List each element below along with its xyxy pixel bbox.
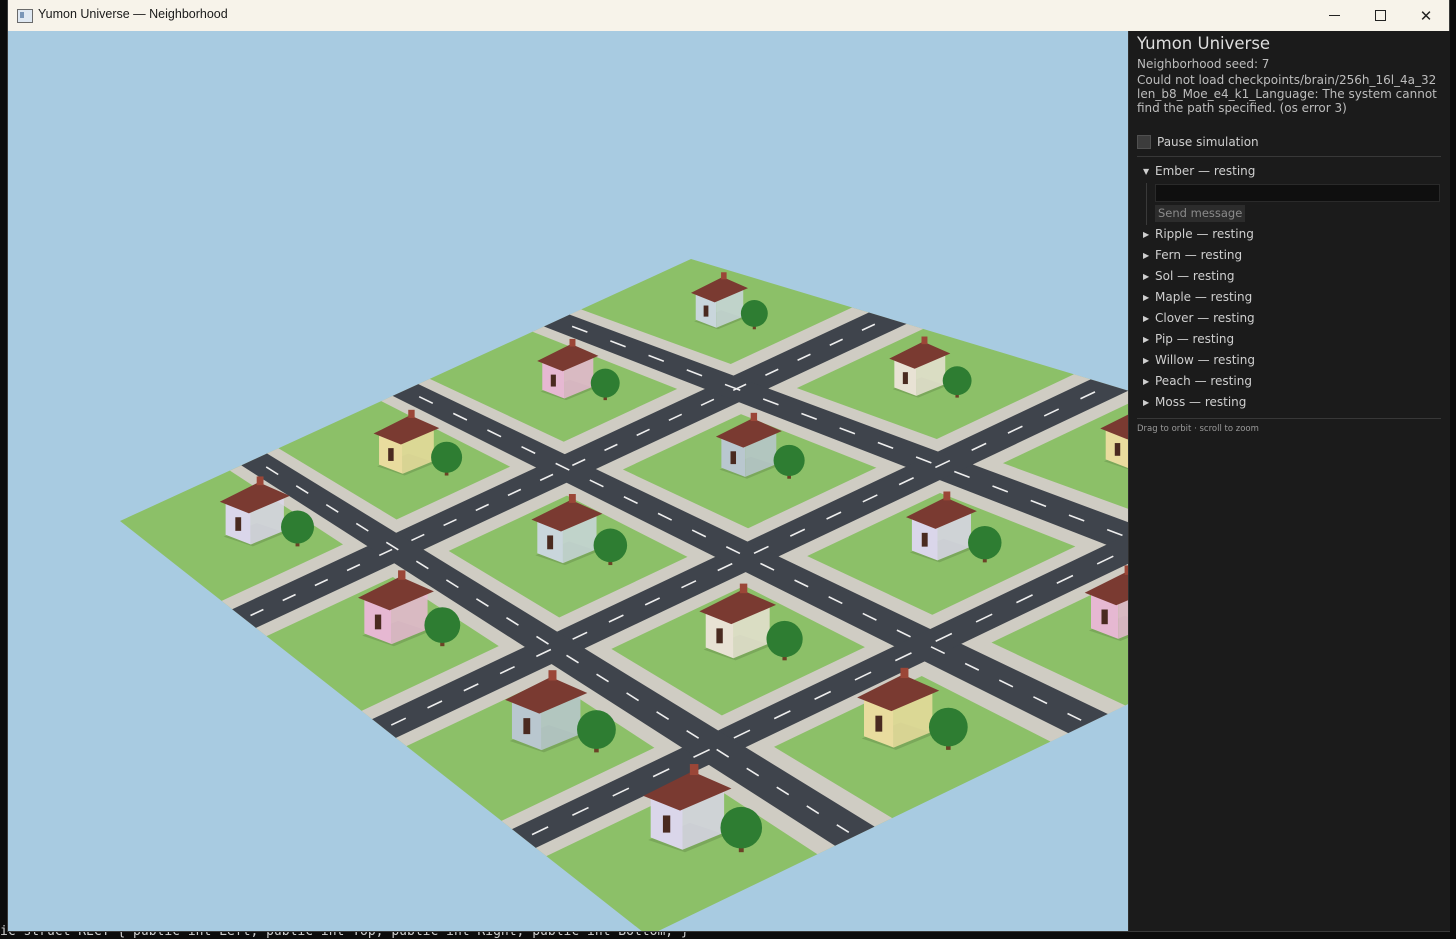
pause-checkbox[interactable] — [1137, 135, 1151, 149]
chimney — [569, 338, 576, 347]
house-door — [703, 305, 709, 317]
yumon-label: Peach — resting — [1155, 374, 1252, 388]
yumon-item-moss[interactable]: ▶ Moss — resting — [1143, 394, 1246, 410]
expand-triangle-icon[interactable]: ▶ — [1143, 230, 1153, 239]
window-title: Yumon Universe — Neighborhood — [38, 7, 228, 21]
send-message-button[interactable]: Send message — [1155, 205, 1246, 222]
side-panel: Yumon Universe Neighborhood seed: 7 Coul… — [1128, 31, 1450, 931]
chimney — [689, 764, 699, 776]
tree — [593, 528, 628, 563]
house-door — [388, 448, 394, 461]
indent-guide — [1146, 183, 1147, 225]
yumon-label: Willow — resting — [1155, 353, 1255, 367]
yumon-item-ripple[interactable]: ▶ Ripple — resting — [1143, 226, 1254, 242]
yumon-item-sol[interactable]: ▶ Sol — resting — [1143, 268, 1235, 284]
minimize-button[interactable] — [1311, 0, 1357, 31]
expand-triangle-icon[interactable]: ▶ — [1143, 272, 1153, 281]
panel-title: Yumon Universe — [1137, 34, 1271, 53]
yumon-label: Fern — resting — [1155, 248, 1243, 262]
maximize-button[interactable] — [1357, 0, 1403, 31]
tree — [577, 710, 616, 749]
yumon-item-fern[interactable]: ▶ Fern — resting — [1143, 247, 1242, 263]
house-door — [662, 815, 671, 833]
yumon-item-willow[interactable]: ▶ Willow — resting — [1143, 352, 1255, 368]
chimney — [408, 409, 415, 419]
chimney — [900, 667, 909, 679]
title-bar[interactable]: Yumon Universe — Neighborhood — [8, 0, 1449, 32]
yumon-label: Maple — resting — [1155, 290, 1253, 304]
separator — [1137, 418, 1441, 419]
yumon-label: Moss — resting — [1155, 395, 1247, 409]
3d-viewport[interactable] — [8, 31, 1128, 931]
expand-triangle-icon[interactable]: ▶ — [1143, 398, 1153, 407]
house-door — [902, 372, 908, 385]
yumon-label: Sol — resting — [1155, 269, 1235, 283]
house-door — [875, 715, 883, 732]
yumon-item-peach[interactable]: ▶ Peach — resting — [1143, 373, 1252, 389]
house-door — [550, 374, 556, 387]
house-door — [374, 614, 382, 630]
controls-hint: Drag to orbit · scroll to zoom — [1137, 424, 1259, 434]
pause-label: Pause simulation — [1157, 135, 1259, 149]
app-window: Yumon Universe — Neighborhood Yumon Univ… — [8, 0, 1450, 931]
house-door — [1114, 443, 1121, 456]
chimney — [921, 336, 928, 345]
yumon-item-maple[interactable]: ▶ Maple — resting — [1143, 289, 1252, 305]
yumon-label: Ripple — resting — [1155, 227, 1254, 241]
yumon-label: Pip — resting — [1155, 332, 1235, 346]
tree — [431, 441, 463, 473]
yumon-label: Ember — resting — [1155, 164, 1256, 178]
chimney — [398, 570, 406, 580]
house-door — [547, 535, 554, 550]
yumon-item-ember[interactable]: ▼ Ember — resting — [1143, 163, 1255, 179]
separator — [1137, 156, 1441, 157]
tree — [942, 366, 972, 396]
yumon-label: Clover — resting — [1155, 311, 1255, 325]
tree — [720, 806, 763, 849]
message-input[interactable] — [1155, 184, 1440, 202]
tree — [773, 444, 805, 477]
expand-triangle-icon[interactable]: ▶ — [1143, 335, 1153, 344]
tree — [424, 607, 461, 644]
house-door — [523, 718, 531, 735]
house-door — [921, 532, 928, 547]
yumon-item-pip[interactable]: ▶ Pip — resting — [1143, 331, 1234, 347]
tree — [766, 620, 803, 658]
chimney — [739, 583, 748, 594]
tree — [740, 299, 768, 327]
expand-triangle-icon[interactable]: ▶ — [1143, 293, 1153, 302]
expand-triangle-icon[interactable]: ▶ — [1143, 377, 1153, 386]
collapse-triangle-icon[interactable]: ▼ — [1143, 167, 1153, 176]
yumon-item-clover[interactable]: ▶ Clover — resting — [1143, 310, 1255, 326]
neighborhood-seed: Neighborhood seed: 7 — [1137, 57, 1270, 71]
expand-triangle-icon[interactable]: ▶ — [1143, 314, 1153, 323]
house-door — [1101, 609, 1108, 625]
house-door — [730, 451, 737, 465]
tree — [928, 707, 968, 747]
neighborhood-scene[interactable] — [8, 31, 1128, 931]
chimney — [750, 412, 758, 422]
app-window-icon — [17, 9, 33, 23]
chimney — [548, 670, 557, 681]
house-door — [235, 517, 242, 531]
chimney — [256, 476, 264, 486]
chimney — [721, 272, 727, 280]
tree — [590, 368, 620, 398]
expand-triangle-icon[interactable]: ▶ — [1143, 356, 1153, 365]
tree — [968, 525, 1002, 560]
close-button[interactable] — [1403, 0, 1449, 31]
tree — [280, 510, 315, 544]
chimney — [568, 494, 576, 503]
pause-simulation-toggle[interactable]: Pause simulation — [1137, 134, 1259, 150]
error-message: Could not load checkpoints/brain/256h_16… — [1137, 73, 1437, 115]
chimney — [943, 491, 951, 501]
expand-triangle-icon[interactable]: ▶ — [1143, 251, 1153, 260]
house-door — [716, 628, 723, 644]
